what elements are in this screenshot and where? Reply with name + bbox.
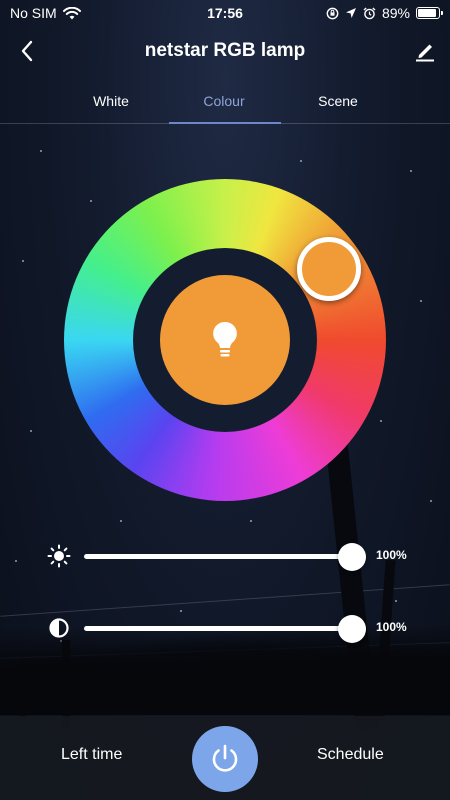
battery-icon xyxy=(416,7,443,19)
status-bar: No SIM 17:56 89% xyxy=(0,0,450,26)
saturation-slider: 100% xyxy=(0,613,450,643)
screen-lock-rotation-icon xyxy=(326,7,339,19)
location-arrow-icon xyxy=(345,8,356,18)
alarm-clock-icon xyxy=(363,6,376,19)
bottom-action-bar: Left time Schedule xyxy=(0,716,450,800)
edit-button[interactable] xyxy=(410,36,440,66)
mode-tabs: White Colour Scene xyxy=(0,84,450,124)
light-bulb-icon xyxy=(213,321,237,357)
saturation-value: 100% xyxy=(376,620,407,634)
pencil-edit-icon xyxy=(416,44,434,62)
tab-colour[interactable]: Colour xyxy=(169,84,279,124)
wifi-icon xyxy=(62,6,81,19)
brightness-value: 100% xyxy=(376,548,407,562)
active-tab-indicator xyxy=(169,122,281,124)
schedule-button[interactable]: Schedule xyxy=(317,746,384,764)
contrast-icon xyxy=(46,615,72,641)
selected-colour-preview[interactable] xyxy=(160,275,290,405)
brightness-thumb[interactable] xyxy=(338,543,366,571)
power-icon xyxy=(212,744,238,772)
carrier-label: No SIM xyxy=(10,5,57,21)
navigation-bar: netstar RGB lamp xyxy=(0,30,450,72)
tab-white[interactable]: White xyxy=(56,84,166,124)
left-time-button[interactable]: Left time xyxy=(61,746,122,764)
brightness-track[interactable] xyxy=(84,543,366,571)
battery-percent: 89% xyxy=(381,5,410,21)
colour-wheel-area xyxy=(64,179,386,501)
power-button[interactable] xyxy=(192,726,258,792)
page-title: netstar RGB lamp xyxy=(144,40,306,61)
tab-scene[interactable]: Scene xyxy=(283,84,393,124)
sun-brightness-icon xyxy=(46,543,72,569)
saturation-thumb[interactable] xyxy=(338,615,366,643)
back-button[interactable] xyxy=(12,36,42,66)
battery-level xyxy=(418,9,436,17)
saturation-track[interactable] xyxy=(84,615,366,643)
colour-picker-handle[interactable] xyxy=(297,237,361,301)
chevron-left-icon xyxy=(21,40,33,62)
brightness-slider: 100% xyxy=(0,541,450,571)
colour-wheel[interactable] xyxy=(64,179,386,501)
